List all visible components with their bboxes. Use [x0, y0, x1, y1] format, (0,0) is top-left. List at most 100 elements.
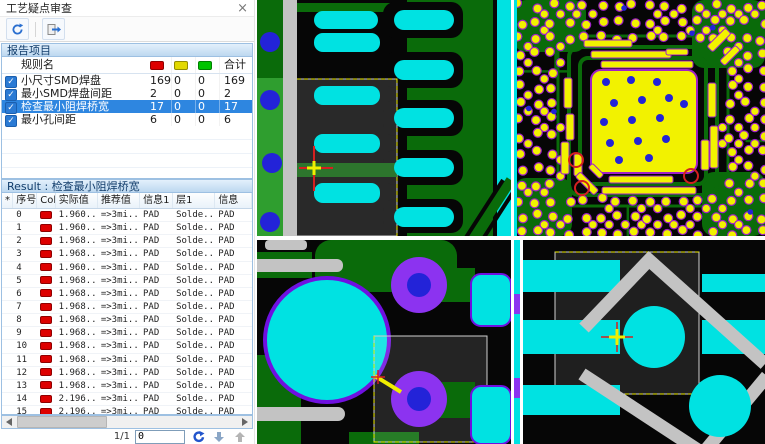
result-layer1: Solde...: [173, 302, 215, 312]
rule-yellow-count: 0: [172, 74, 196, 87]
result-info1: PAD: [140, 249, 173, 259]
result-info1: PAD: [140, 302, 173, 312]
result-info2: PAD: [215, 368, 252, 378]
result-recommended-value: =>3mi...: [98, 302, 140, 312]
rules-rows: ✓小尺寸SMD焊盘16900169✓最小SMD焊盘间距2002✓检查最小阻焊桥宽…: [2, 74, 252, 179]
refresh-icon: [10, 22, 25, 37]
result-title: Result : 检查最小阻焊桥宽: [7, 178, 140, 194]
rule-name-header[interactable]: 规则名: [20, 57, 148, 73]
result-layer1: Solde...: [173, 381, 215, 391]
result-row[interactable]: 91.968...=>3mi...PADSolde...PAD: [2, 327, 252, 340]
scroll-left-arrow-icon[interactable]: [2, 416, 16, 428]
result-col-header[interactable]: *: [2, 193, 13, 208]
result-row[interactable]: 152.196...=>3mi...PADSolde...PAD: [2, 406, 252, 415]
green-count-header[interactable]: [196, 57, 220, 73]
severity-red-icon: [40, 342, 52, 350]
result-row[interactable]: 41.960...=>3mi...PADSolde...PAD: [2, 262, 252, 275]
panel-title: 工艺疑点审查: [6, 0, 237, 16]
pcb-view-soldermask-bridge[interactable]: [514, 240, 765, 444]
result-actual-value: 1.968...: [56, 302, 98, 312]
export-report-button[interactable]: [42, 18, 65, 40]
result-col-header[interactable]: Col: [37, 193, 56, 208]
result-recommended-value: =>3mi...: [98, 223, 140, 233]
rule-red-count: 169: [148, 74, 172, 87]
result-no: 9: [13, 328, 37, 338]
result-col-header[interactable]: 实际值: [56, 193, 98, 208]
arrow-down-icon: [213, 431, 225, 443]
goto-page-button[interactable]: [190, 430, 206, 444]
empty-rule-row: [2, 140, 252, 154]
result-actual-value: 1.968...: [56, 381, 98, 391]
result-header-bar: Result : 检查最小阻焊桥宽: [1, 179, 253, 193]
severity-red-icon: [40, 329, 52, 337]
result-layer1: Solde...: [173, 289, 215, 299]
yellow-count-header[interactable]: [172, 57, 196, 73]
result-layer1: Solde...: [173, 407, 215, 415]
result-recommended-value: =>3mi...: [98, 236, 140, 246]
result-row[interactable]: 31.968...=>3mi...PADSolde...PAD: [2, 248, 252, 261]
dfm-report-panel: 工艺疑点审查 × 报告项目: [0, 0, 255, 444]
total-header[interactable]: 合计: [220, 57, 252, 73]
scroll-right-arrow-icon[interactable]: [238, 416, 252, 428]
result-row[interactable]: 61.968...=>3mi...PADSolde...PAD: [2, 288, 252, 301]
severity-red-icon: [40, 224, 52, 232]
next-defect-button[interactable]: [211, 430, 227, 444]
rule-row[interactable]: ✓最小SMD焊盘间距2002: [2, 87, 252, 100]
result-row[interactable]: 81.968...=>3mi...PADSolde...PAD: [2, 314, 252, 327]
severity-red-icon: [40, 381, 52, 389]
result-actual-value: 1.960...: [56, 210, 98, 220]
result-row[interactable]: 121.968...=>3mi...PADSolde...PAD: [2, 367, 252, 380]
result-actual-value: 1.968...: [56, 315, 98, 325]
result-info1: PAD: [140, 407, 173, 415]
rule-yellow-count: 0: [172, 87, 196, 100]
result-row[interactable]: 21.968...=>3mi...PADSolde...PAD: [2, 235, 252, 248]
result-recommended-value: =>3mi...: [98, 328, 140, 338]
result-row[interactable]: 142.196...=>3mi...PADSolde...PAD: [2, 393, 252, 406]
result-row[interactable]: 11.960...=>3mi...PADSolde...PAD: [2, 222, 252, 235]
result-row[interactable]: 101.968...=>3mi...PADSolde...PAD: [2, 340, 252, 353]
result-layer1: Solde...: [173, 223, 215, 233]
result-row[interactable]: 71.968...=>3mi...PADSolde...PAD: [2, 301, 252, 314]
result-col-header[interactable]: 信息1: [140, 193, 173, 208]
result-info2: PAD: [215, 263, 252, 273]
result-col-header[interactable]: 信息: [215, 193, 252, 208]
close-icon[interactable]: ×: [237, 2, 248, 15]
result-info2: PAD: [215, 302, 252, 312]
rule-row[interactable]: ✓最小孔间距6006: [2, 113, 252, 126]
result-info2: PAD: [215, 381, 252, 391]
result-col-header[interactable]: 层1: [173, 193, 215, 208]
result-severity: [37, 249, 55, 259]
result-severity: [37, 394, 55, 404]
result-severity: [37, 341, 55, 351]
pcb-view-smd-pads[interactable]: [257, 0, 511, 236]
result-recommended-value: =>3mi...: [98, 355, 140, 365]
page-number-input[interactable]: [135, 430, 185, 444]
result-col-header[interactable]: 推荐值: [98, 193, 140, 208]
rule-row[interactable]: ✓小尺寸SMD焊盘16900169: [2, 74, 252, 87]
pcb-view-vias[interactable]: [257, 240, 511, 444]
empty-rule-row: [2, 126, 252, 140]
result-severity: [37, 210, 55, 220]
rule-total: 17: [220, 100, 252, 113]
result-recommended-value: =>3mi...: [98, 341, 140, 351]
result-row[interactable]: 131.968...=>3mi...PADSolde...PAD: [2, 380, 252, 393]
scrollbar-thumb[interactable]: [17, 416, 107, 428]
result-layer1: Solde...: [173, 263, 215, 273]
result-row[interactable]: 01.960...=>3mi...PADSolde...PAD: [2, 209, 252, 222]
previous-defect-button[interactable]: [232, 430, 248, 444]
result-info1: PAD: [140, 355, 173, 365]
result-row[interactable]: 51.968...=>3mi...PADSolde...PAD: [2, 275, 252, 288]
result-severity: [37, 368, 55, 378]
rule-red-count: 6: [148, 113, 172, 126]
result-info1: PAD: [140, 223, 173, 233]
result-recommended-value: =>3mi...: [98, 407, 140, 415]
red-count-header[interactable]: [148, 57, 172, 73]
horizontal-scrollbar[interactable]: [1, 415, 253, 429]
result-severity: [37, 236, 55, 246]
refresh-button[interactable]: [6, 18, 29, 40]
result-col-header[interactable]: 序号: [13, 193, 37, 208]
rule-checkbox[interactable]: ✓: [5, 115, 17, 127]
pcb-view-bga[interactable]: [514, 0, 765, 236]
result-row[interactable]: 111.968...=>3mi...PADSolde...PAD: [2, 354, 252, 367]
rule-row[interactable]: ✓检查最小阻焊桥宽170017: [2, 100, 252, 113]
